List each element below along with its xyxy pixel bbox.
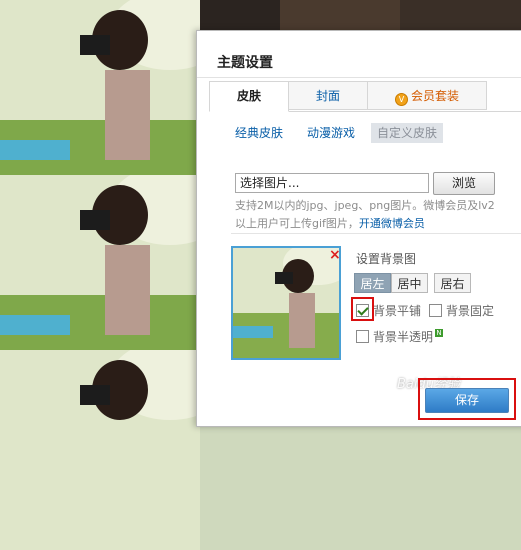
new-badge: N <box>435 329 444 337</box>
align-center-button[interactable]: 居中 <box>391 273 428 293</box>
fixed-background-option[interactable]: 背景固定 <box>429 302 494 319</box>
browse-button[interactable]: 浏览 <box>433 172 495 195</box>
wallpaper-tile <box>0 175 200 375</box>
tab-skin[interactable]: 皮肤 <box>209 81 289 112</box>
align-left-button[interactable]: 居左 <box>354 273 391 293</box>
subtab-anime-games[interactable]: 动漫游戏 <box>307 123 355 143</box>
theme-settings-dialog: 主题设置 皮肤 封面 V 会员套装 经典皮肤 动漫游戏 自定义皮肤 选择图片...… <box>196 30 521 427</box>
subtab-custom-skin[interactable]: 自定义皮肤 <box>371 123 444 143</box>
wallpaper-tile <box>0 350 200 550</box>
highlight-box <box>351 297 374 321</box>
open-vip-link[interactable]: 开通微博会员 <box>359 217 425 230</box>
background-settings-label: 设置背景图 <box>356 252 417 266</box>
tab-vip-suite[interactable]: V 会员套装 <box>367 81 487 110</box>
transparent-background-option[interactable]: 背景半透明 N <box>356 328 444 345</box>
tab-label: 封面 <box>315 89 340 103</box>
option-label: 背景固定 <box>446 304 495 318</box>
align-right-button[interactable]: 居右 <box>434 273 471 293</box>
remove-image-icon[interactable]: × <box>329 248 341 262</box>
transparent-background-checkbox[interactable] <box>356 330 369 343</box>
upload-hint: 支持2M以内的jpg、jpeg、png图片。微博会员及lv2以上用户可上传gif… <box>235 197 497 233</box>
dialog-header: 主题设置 <box>197 31 521 78</box>
fixed-background-checkbox[interactable] <box>429 304 442 317</box>
tab-cover[interactable]: 封面 <box>288 81 368 110</box>
wallpaper-tile <box>200 0 521 30</box>
tab-bar: 皮肤 封面 V 会员套装 <box>209 81 521 112</box>
wallpaper-tile <box>0 0 200 200</box>
vip-icon: V <box>394 93 408 106</box>
save-highlight-box <box>418 378 516 420</box>
background-preview-image <box>231 246 341 360</box>
divider <box>231 233 521 234</box>
file-path-input[interactable]: 选择图片... <box>235 173 429 193</box>
tab-label: 皮肤 <box>236 89 261 103</box>
subtab-classic-skin[interactable]: 经典皮肤 <box>235 123 283 143</box>
option-label: 背景平铺 <box>373 304 422 318</box>
dialog-title: 主题设置 <box>217 55 273 71</box>
option-label: 背景半透明 <box>373 330 434 344</box>
tab-label: 会员套装 <box>410 89 459 103</box>
